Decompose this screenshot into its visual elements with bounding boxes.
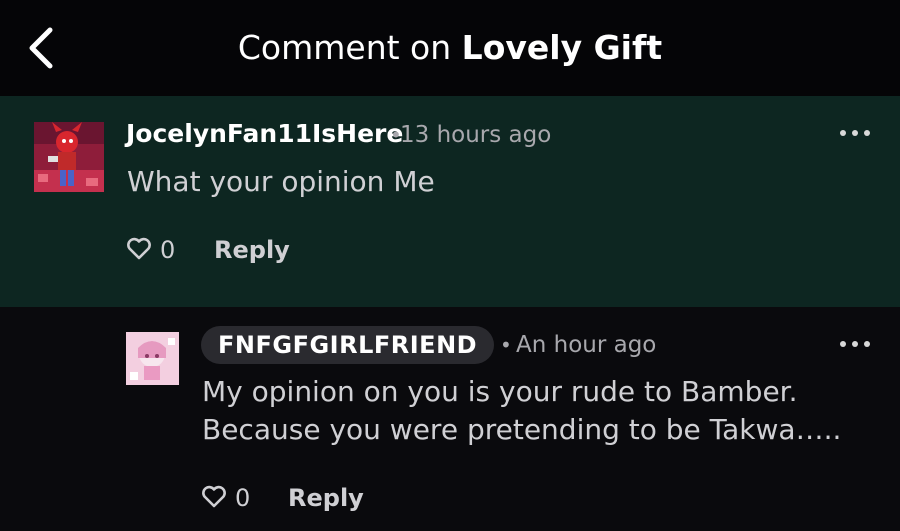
- meta-separator: •: [500, 333, 512, 357]
- avatar[interactable]: [126, 332, 179, 385]
- more-horizontal-icon: [840, 341, 846, 347]
- page-title-subject: Lovely Gift: [461, 28, 663, 67]
- like-count: 0: [160, 236, 176, 264]
- comment-body: What your opinion Me: [127, 165, 435, 198]
- reply-button[interactable]: Reply: [288, 480, 364, 516]
- more-options-button[interactable]: [838, 118, 878, 148]
- comment-timestamp: 13 hours ago: [400, 122, 552, 148]
- more-options-button[interactable]: [838, 329, 878, 359]
- avatar-image: [34, 122, 104, 192]
- comment-username[interactable]: JocelynFan11IsHere: [126, 118, 403, 150]
- heart-outline-icon: [202, 485, 226, 508]
- more-dot: [852, 130, 858, 136]
- avatar[interactable]: [34, 122, 104, 192]
- comment-timestamp: An hour ago: [516, 332, 657, 358]
- more-horizontal-icon: [840, 130, 846, 136]
- comment-username[interactable]: FNFGFGIRLFRIEND: [201, 326, 495, 364]
- reply-button[interactable]: Reply: [214, 232, 290, 268]
- avatar-image: [126, 332, 179, 385]
- comment-body: My opinion on you is your rude to Bamber…: [202, 375, 842, 446]
- page-title-prefix: Comment on: [237, 28, 452, 67]
- page-title: Comment on Lovely Gift: [0, 26, 900, 70]
- more-dot: [864, 130, 870, 136]
- more-dot: [852, 341, 858, 347]
- like-count: 0: [235, 484, 251, 512]
- more-dot: [864, 341, 870, 347]
- heart-outline-icon: [127, 237, 151, 260]
- comment-item: FNFGFGIRLFRIEND • An hour ago My opinion…: [0, 307, 900, 531]
- comment-item: JocelynFan11IsHere • 13 hours ago What y…: [0, 96, 900, 307]
- like-button[interactable]: 0: [201, 480, 261, 516]
- top-bar: Comment on Lovely Gift: [0, 0, 900, 96]
- like-button[interactable]: 0: [126, 232, 186, 268]
